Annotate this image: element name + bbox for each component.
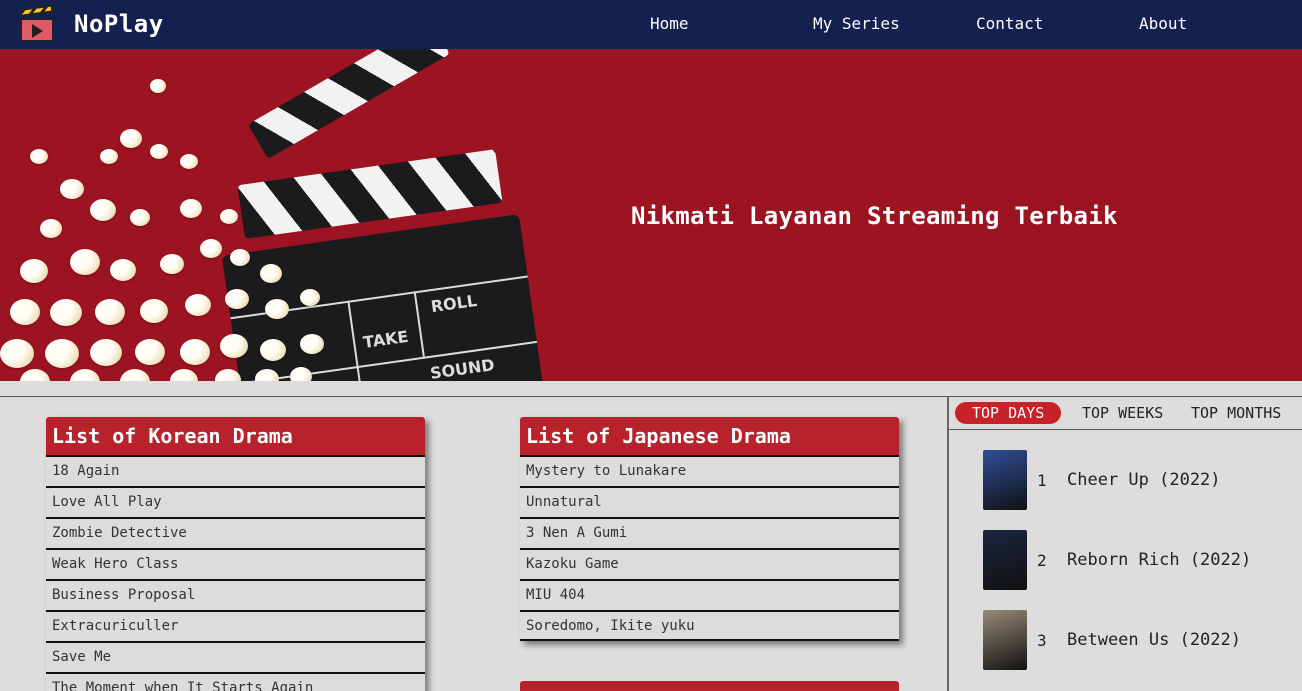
navbar: NoPlay Home My Series Contact About — [0, 0, 1302, 49]
clapper-label-take: TAKE — [361, 326, 410, 352]
popcorn-kernel — [130, 209, 150, 226]
rank-title: Cheer Up (2022) — [1067, 470, 1221, 490]
list-item[interactable]: Mystery to Lunakare — [520, 455, 899, 486]
popcorn-kernel — [230, 249, 250, 266]
popcorn-kernel — [180, 339, 210, 365]
popcorn-kernel — [265, 299, 289, 319]
popcorn-kernel — [100, 149, 118, 164]
popcorn-kernel — [90, 339, 122, 366]
popcorn-kernel — [70, 249, 100, 275]
top-ranking-sidebar: TOP DAYS TOP WEEKS TOP MONTHS 1 Cheer Up… — [947, 396, 1302, 691]
list-item[interactable]: Business Proposal — [46, 579, 425, 610]
popcorn-kernel — [180, 199, 202, 218]
popcorn-kernel — [300, 334, 324, 354]
korean-drama-list: List of Korean Drama 18 Again Love All P… — [46, 417, 425, 691]
list-item[interactable]: 18 Again — [46, 455, 425, 486]
popcorn-kernel — [120, 129, 142, 148]
popcorn-kernel — [110, 259, 136, 281]
tab-top-months[interactable]: TOP MONTHS — [1191, 402, 1281, 424]
popcorn-kernel — [180, 154, 198, 169]
ranking-item[interactable]: 3 Between Us (2022) — [983, 610, 1241, 670]
list-item[interactable]: Weak Hero Class — [46, 548, 425, 579]
rank-number: 1 — [1037, 470, 1047, 490]
popcorn-kernel — [260, 339, 286, 361]
popcorn-kernel — [40, 219, 62, 238]
popcorn-kernel — [70, 369, 100, 381]
ranking-tabs: TOP DAYS TOP WEEKS TOP MONTHS — [949, 396, 1302, 430]
korean-list-title: List of Korean Drama — [46, 417, 425, 455]
clapperboard-logo-icon — [18, 4, 56, 42]
list-item[interactable]: Kazoku Game — [520, 548, 899, 579]
popcorn-kernel — [170, 369, 198, 381]
popcorn-kernel — [120, 369, 150, 381]
list-item[interactable]: Zombie Detective — [46, 517, 425, 548]
tab-top-weeks[interactable]: TOP WEEKS — [1082, 402, 1163, 424]
poster-thumbnail — [983, 610, 1027, 670]
popcorn-kernel — [220, 334, 248, 358]
clapper-label-sound: SOUND — [428, 355, 496, 381]
popcorn-kernel — [150, 79, 166, 93]
nav-about[interactable]: About — [1139, 14, 1187, 33]
clapper-arm — [248, 49, 450, 160]
rank-title: Between Us (2022) — [1067, 630, 1241, 650]
list-item[interactable]: Love All Play — [46, 486, 425, 517]
popcorn-kernel — [90, 199, 116, 221]
popcorn-kernel — [95, 299, 125, 325]
list-item[interactable]: Unnatural — [520, 486, 899, 517]
nav-my-series[interactable]: My Series — [813, 14, 900, 33]
japanese-drama-list: List of Japanese Drama Mystery to Lunaka… — [520, 417, 899, 641]
popcorn-kernel — [220, 209, 238, 224]
popcorn-kernel — [0, 339, 34, 368]
popcorn-kernel — [300, 289, 320, 306]
brand-name: NoPlay — [74, 10, 164, 38]
popcorn-kernel — [30, 149, 48, 164]
list-item[interactable]: MIU 404 — [520, 579, 899, 610]
rank-title: Reborn Rich (2022) — [1067, 550, 1252, 570]
rank-number: 3 — [1037, 630, 1047, 650]
list-item[interactable]: 3 Nen A Gumi — [520, 517, 899, 548]
clapper-label-roll: ROLL — [429, 290, 479, 317]
nav-contact[interactable]: Contact — [976, 14, 1043, 33]
popcorn-kernel — [45, 339, 79, 368]
popcorn-kernel — [10, 299, 40, 325]
popcorn-kernel — [20, 369, 50, 381]
popcorn-kernel — [260, 264, 282, 283]
ranking-item[interactable]: 1 Cheer Up (2022) — [983, 450, 1221, 510]
nav-home[interactable]: Home — [650, 14, 689, 33]
popcorn-kernel — [150, 144, 168, 159]
popcorn-kernel — [185, 294, 211, 316]
tab-top-days[interactable]: TOP DAYS — [955, 402, 1062, 424]
poster-thumbnail — [983, 530, 1027, 590]
list-item[interactable]: Save Me — [46, 641, 425, 672]
popcorn-kernel — [140, 299, 168, 323]
next-list-card-header — [520, 681, 899, 691]
hero-title: Nikmati Layanan Streaming Terbaik — [631, 202, 1118, 230]
rank-number: 2 — [1037, 550, 1047, 570]
popcorn-kernel — [50, 299, 82, 326]
popcorn-kernel — [200, 239, 222, 258]
popcorn-kernel — [60, 179, 84, 199]
popcorn-kernel — [225, 289, 249, 309]
ranking-item[interactable]: 2 Reborn Rich (2022) — [983, 530, 1251, 590]
list-item[interactable]: Soredomo, Ikite yuku — [520, 610, 899, 641]
japanese-list-title: List of Japanese Drama — [520, 417, 899, 455]
list-item[interactable]: Extracuriculler — [46, 610, 425, 641]
popcorn-kernel — [290, 367, 312, 381]
brand[interactable]: NoPlay — [18, 4, 164, 42]
poster-thumbnail — [983, 450, 1027, 510]
popcorn-kernel — [20, 259, 48, 283]
hero-banner: TAKE ROLL SOUND Nikmati Layanan Streamin… — [0, 49, 1302, 381]
popcorn-kernel — [135, 339, 165, 365]
list-item[interactable]: The Moment when It Starts Again — [46, 672, 425, 691]
popcorn-kernel — [160, 254, 184, 274]
